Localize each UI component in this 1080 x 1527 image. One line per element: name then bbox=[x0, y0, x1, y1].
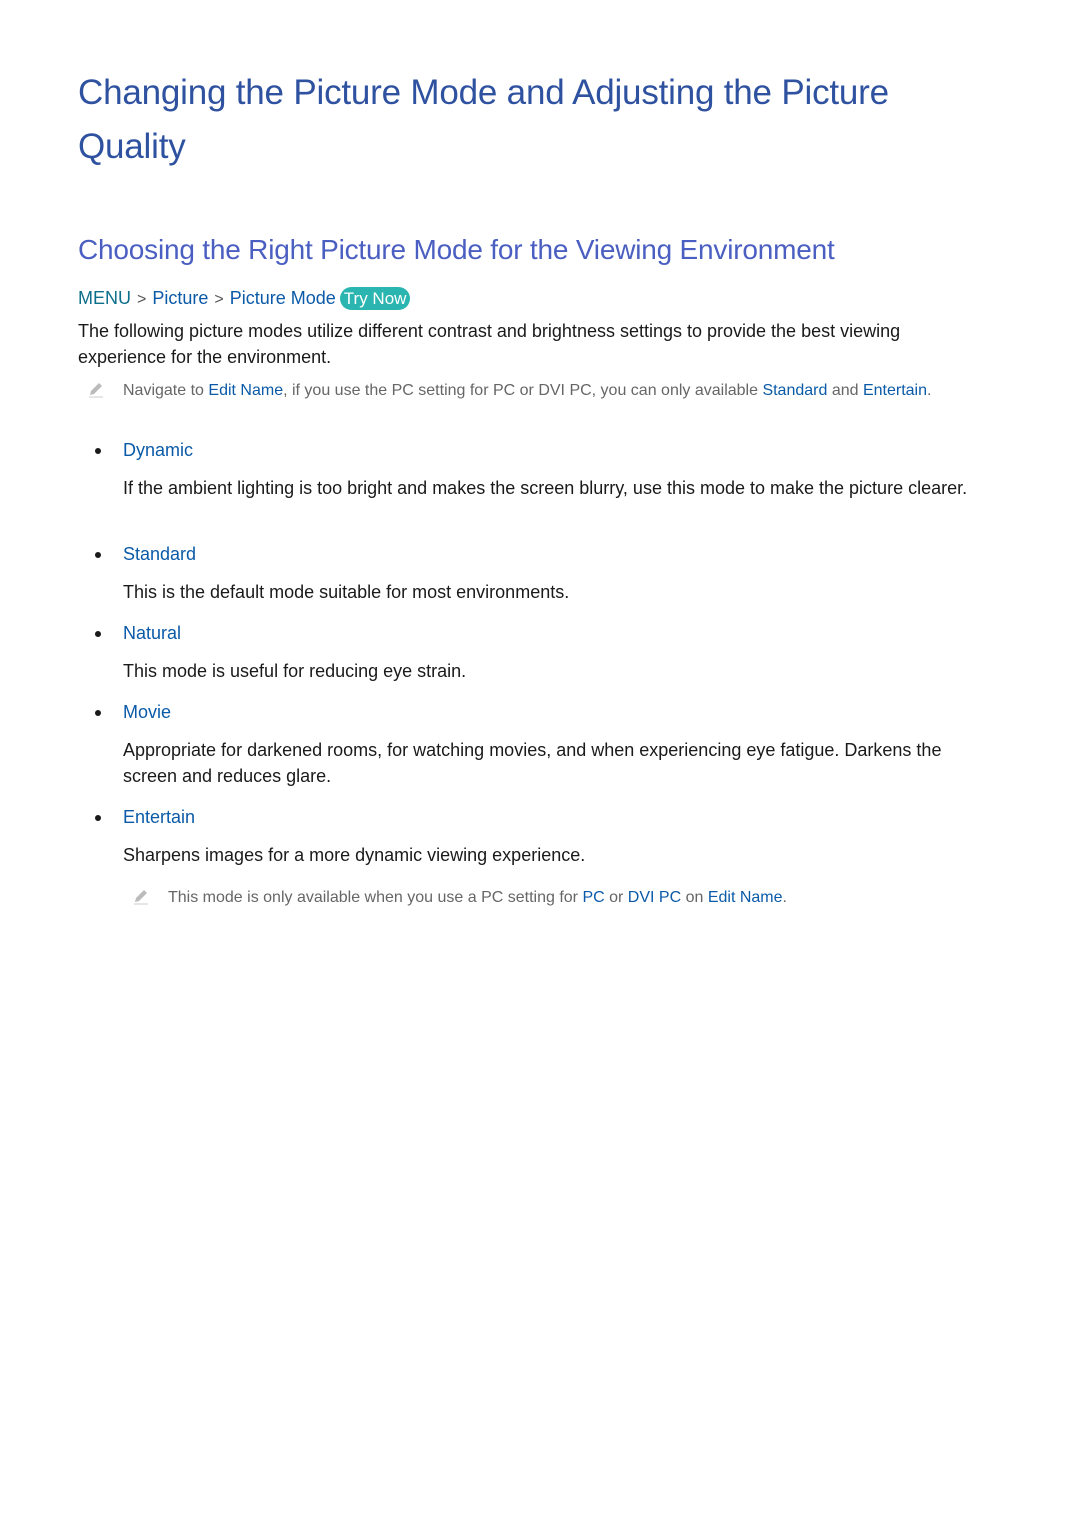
intro-paragraph: The following picture modes utilize diff… bbox=[78, 321, 901, 367]
chevron-right-icon: > bbox=[214, 291, 224, 308]
bullet-icon bbox=[95, 552, 101, 558]
chevron-right-icon: > bbox=[137, 291, 147, 308]
link-standard[interactable]: Standard bbox=[762, 382, 827, 399]
mode-title-entertain: Entertain bbox=[123, 807, 196, 827]
breadcrumb: MENU > Picture > Picture Mode Try Now bbox=[78, 286, 411, 312]
bullet-icon bbox=[95, 448, 101, 454]
page-title: Changing the Picture Mode and Adjusting … bbox=[78, 73, 889, 166]
section-title: Choosing the Right Picture Mode for the … bbox=[78, 234, 835, 265]
mode-title-movie: Movie bbox=[123, 702, 172, 722]
pencil-icon bbox=[134, 890, 148, 905]
link-entertain[interactable]: Entertain bbox=[863, 382, 927, 399]
link-pc[interactable]: PC bbox=[582, 889, 604, 906]
mode-description-movie: Appropriate for darkened rooms, for watc… bbox=[123, 740, 942, 786]
pencil-icon bbox=[89, 383, 103, 398]
mode-description-dynamic: If the ambient lighting is too bright an… bbox=[123, 478, 968, 498]
breadcrumb-picture[interactable]: Picture bbox=[152, 288, 208, 308]
breadcrumb-menu[interactable]: MENU bbox=[78, 288, 131, 308]
bullet-icon bbox=[95, 815, 101, 821]
link-edit-name[interactable]: Edit Name bbox=[208, 382, 283, 399]
link-edit-name[interactable]: Edit Name bbox=[708, 889, 783, 906]
mode-title-standard: Standard bbox=[123, 544, 197, 564]
bullet-icon bbox=[95, 631, 101, 637]
try-now-button[interactable]: Try Now bbox=[339, 287, 411, 310]
mode-title-dynamic: Dynamic bbox=[123, 440, 194, 460]
bullet-icon bbox=[95, 710, 101, 716]
mode-description-standard: This is the default mode suitable for mo… bbox=[123, 582, 570, 602]
mode-title-natural: Natural bbox=[123, 623, 182, 643]
mode-description-entertain: Sharpens images for a more dynamic viewi… bbox=[123, 845, 586, 865]
link-dvi-pc[interactable]: DVI PC bbox=[628, 889, 681, 906]
breadcrumb-picture-mode[interactable]: Picture Mode bbox=[230, 288, 336, 308]
mode-description-natural: This mode is useful for reducing eye str… bbox=[123, 661, 467, 681]
